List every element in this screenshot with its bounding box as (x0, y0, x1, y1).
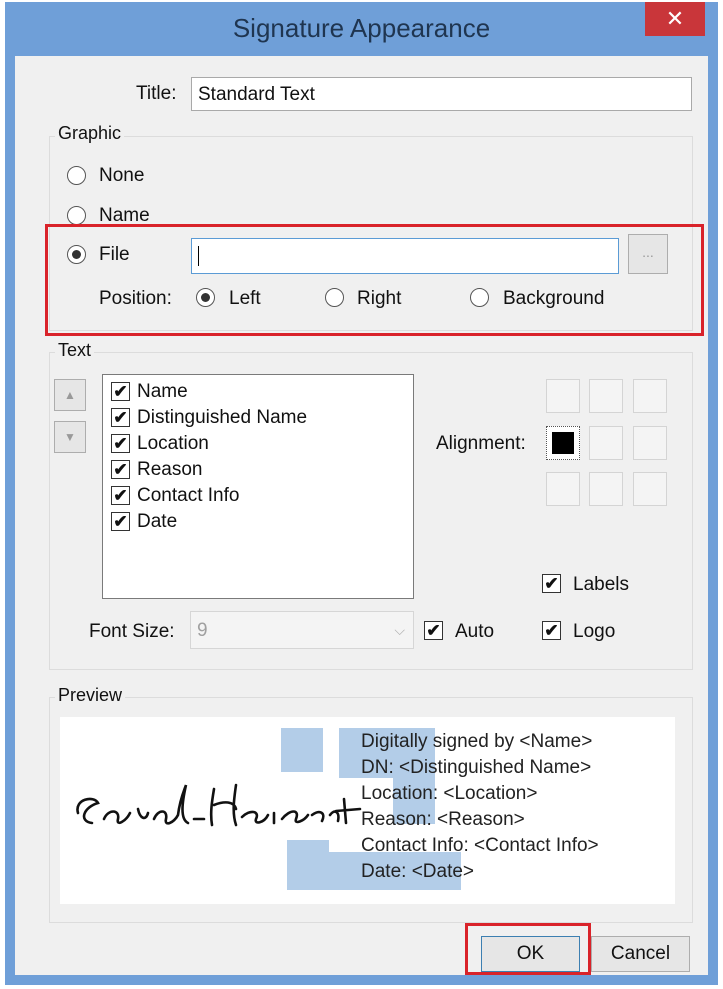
align-middle-left[interactable] (546, 426, 580, 460)
list-item-label: Contact Info (137, 485, 240, 506)
dialog-title: Signature Appearance (232, 13, 491, 43)
align-top-center[interactable] (589, 379, 623, 413)
date-checkbox[interactable]: ✔ (111, 512, 130, 531)
graphic-none-label: None (99, 165, 145, 186)
graphic-none-radio[interactable] (67, 166, 86, 185)
align-bottom-center[interactable] (589, 472, 623, 506)
contact-info-checkbox[interactable]: ✔ (111, 486, 130, 505)
up-arrow-icon: ▲ (64, 388, 76, 402)
align-top-left[interactable] (546, 379, 580, 413)
align-bottom-right[interactable] (633, 472, 667, 506)
align-bottom-left[interactable] (546, 472, 580, 506)
location-checkbox[interactable]: ✔ (111, 434, 130, 453)
signature-appearance-dialog: Signature Appearance ✕ Title: Standard T… (5, 2, 718, 985)
title-label: Title: (136, 83, 177, 104)
font-size-select[interactable]: 9 ⌵ (190, 611, 414, 649)
auto-checkbox-label: Auto (455, 621, 495, 642)
name-checkbox[interactable]: ✔ (111, 382, 130, 401)
font-size-label: Font Size: (89, 621, 175, 642)
preview-line: Contact Info: <Contact Info> (361, 835, 599, 856)
preview-line: Digitally signed by <Name> (361, 731, 593, 752)
font-size-value: 9 (197, 620, 208, 641)
text-group-label: Text (55, 340, 95, 361)
distinguished-name-checkbox[interactable]: ✔ (111, 408, 130, 427)
preview-group-label: Preview (55, 685, 126, 706)
preview-line: DN: <Distinguished Name> (361, 757, 592, 778)
title-input[interactable]: Standard Text (191, 77, 692, 111)
file-option-highlight (45, 224, 704, 336)
selected-alignment-marker (552, 432, 574, 454)
reason-checkbox[interactable]: ✔ (111, 460, 130, 479)
list-item-label: Name (137, 381, 188, 402)
preview-line: Location: <Location> (361, 783, 538, 804)
preview-area: Digitally signed by <Name> DN: <Distingu… (60, 717, 675, 904)
list-item-label: Reason (137, 459, 203, 480)
title-bar[interactable]: Signature Appearance ✕ (5, 2, 718, 56)
list-item-label: Distinguished Name (137, 407, 308, 428)
preview-line: Reason: <Reason> (361, 809, 525, 830)
down-arrow-icon: ▼ (64, 430, 76, 444)
list-item-label: Location (137, 433, 209, 454)
chevron-down-icon: ⌵ (394, 622, 405, 638)
align-middle-right[interactable] (633, 426, 667, 460)
labels-checkbox-label: Labels (573, 574, 629, 595)
logo-checkbox[interactable]: ✔ (542, 621, 561, 640)
ok-button-highlight (465, 923, 591, 975)
graphic-group-label: Graphic (55, 123, 125, 144)
list-item-label: Date (137, 511, 178, 532)
labels-checkbox[interactable]: ✔ (542, 574, 561, 593)
move-up-button[interactable]: ▲ (54, 379, 86, 411)
align-middle-center[interactable] (589, 426, 623, 460)
preview-line: Date: <Date> (361, 861, 475, 882)
close-icon[interactable]: ✕ (645, 2, 705, 36)
text-fields-list[interactable]: ✔ Name ✔ Distinguished Name ✔ Location ✔… (102, 374, 414, 599)
auto-checkbox[interactable]: ✔ (424, 621, 443, 640)
graphic-name-radio[interactable] (67, 206, 86, 225)
align-top-right[interactable] (633, 379, 667, 413)
title-input-value: Standard Text (198, 84, 315, 105)
move-down-button[interactable]: ▼ (54, 421, 86, 453)
dialog-content: Title: Standard Text Graphic None Name F… (15, 56, 708, 975)
alignment-label: Alignment: (436, 433, 526, 454)
handwritten-signature (76, 783, 362, 827)
cancel-button[interactable]: Cancel (591, 936, 690, 972)
logo-checkbox-label: Logo (573, 621, 616, 642)
